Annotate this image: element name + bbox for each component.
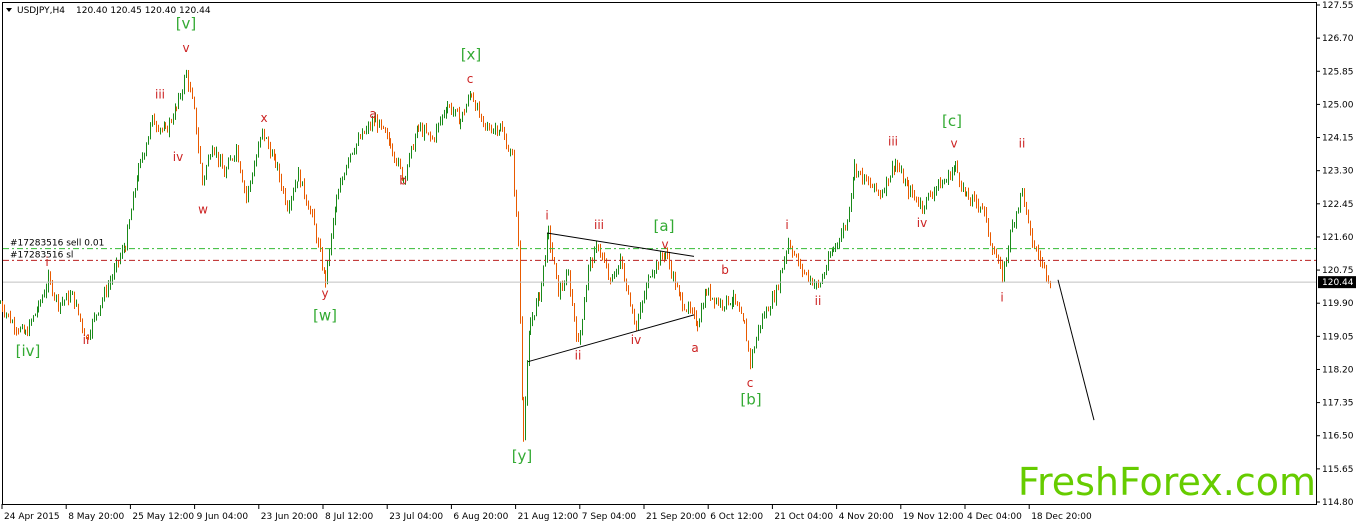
wave-label: i: [785, 218, 788, 232]
x-tick-label: 8 May 20:00: [68, 512, 124, 522]
wave-label: [w]: [313, 307, 337, 325]
y-tick-label: 120.75: [1322, 266, 1354, 276]
y-tick-label: 124.15: [1322, 134, 1354, 144]
wave-label: b: [399, 173, 407, 187]
chart-header: USDJPY,H4 120.40 120.45 120.40 120.44: [6, 6, 211, 16]
chart-background: [0, 0, 1358, 527]
y-tick-label: 121.60: [1322, 233, 1354, 243]
wave-label: [v]: [176, 14, 197, 32]
x-tick-label: 19 Nov 12:00: [903, 512, 964, 522]
wave-label: [iv]: [16, 342, 41, 360]
wave-label: iii: [888, 134, 898, 148]
wave-label: v: [661, 238, 668, 252]
wave-label: a: [691, 341, 698, 355]
wave-label: ii: [83, 333, 90, 347]
wave-label: i: [45, 255, 48, 269]
x-tick-label: 24 Apr 2015: [4, 512, 60, 522]
wave-label: b: [721, 263, 729, 277]
price-chart[interactable]: #17283516 sell 0.01#17283516 sl [iv]iii[…: [0, 0, 1358, 527]
wave-label: v: [182, 41, 189, 55]
wave-label: iv: [173, 150, 183, 164]
wave-label: [y]: [512, 447, 533, 465]
x-tick-label: 23 Jun 20:00: [261, 512, 318, 522]
x-tick-label: 6 Aug 20:00: [453, 512, 508, 522]
symbol-label: USDJPY,H4: [17, 6, 65, 16]
x-tick-label: 4 Dec 04:00: [967, 512, 1022, 522]
y-tick-label: 122.45: [1322, 200, 1354, 210]
x-tick-label: 25 May 12:00: [132, 512, 194, 522]
wave-label: i: [545, 208, 548, 222]
y-tick-label: 115.65: [1322, 465, 1354, 475]
wave-label: c: [467, 72, 474, 86]
wave-label: ii: [575, 349, 582, 363]
wave-label: x: [260, 111, 267, 125]
y-tick-label: 125.00: [1322, 100, 1354, 110]
wave-label: iii: [155, 88, 165, 102]
wave-label: ii: [1019, 136, 1026, 150]
x-tick-label: 8 Jul 12:00: [325, 512, 374, 522]
y-tick-label: 114.80: [1322, 498, 1354, 508]
current-price-label: 120.44: [1322, 278, 1354, 288]
ohlc-values: 120.40 120.45 120.40 120.44: [76, 6, 211, 16]
x-tick-label: 23 Jul 04:00: [389, 512, 443, 522]
wave-label: w: [198, 203, 208, 217]
y-tick-label: 119.05: [1322, 332, 1354, 342]
y-tick-label: 125.85: [1322, 67, 1354, 77]
wave-label: ii: [815, 294, 822, 308]
wave-label: iii: [594, 218, 604, 232]
wave-label: [b]: [740, 391, 761, 409]
x-tick-label: 9 Jun 04:00: [197, 512, 249, 522]
x-tick-label: 6 Oct 12:00: [710, 512, 763, 522]
order-label: #17283516 sell 0.01: [10, 239, 104, 249]
y-tick-label: 117.35: [1322, 399, 1354, 409]
x-tick-label: 18 Dec 20:00: [1031, 512, 1092, 522]
y-tick-label: 116.50: [1322, 432, 1354, 442]
wave-label: a: [369, 107, 376, 121]
y-tick-label: 118.20: [1322, 365, 1354, 375]
x-tick-label: 4 Nov 20:00: [839, 512, 894, 522]
wave-label: [c]: [942, 112, 962, 130]
x-tick-label: 21 Oct 04:00: [774, 512, 833, 522]
wave-label: y: [321, 286, 328, 300]
y-tick-label: 123.30: [1322, 167, 1354, 177]
wave-label: iv: [631, 333, 641, 347]
brand-watermark: FreshForex.com: [1018, 460, 1316, 504]
order-label: #17283516 sl: [10, 250, 73, 260]
wave-label: i: [1000, 290, 1003, 304]
wave-label: [x]: [461, 46, 482, 64]
y-tick-label: 127.55: [1322, 1, 1354, 11]
x-tick-label: 21 Aug 12:00: [518, 512, 579, 522]
y-tick-label: 126.70: [1322, 34, 1354, 44]
wave-label: c: [747, 376, 754, 390]
wave-label: [a]: [654, 217, 675, 235]
wave-label: v: [950, 136, 957, 150]
wave-label: iv: [917, 216, 927, 230]
y-tick-label: 119.90: [1322, 299, 1354, 309]
x-tick-label: 21 Sep 20:00: [646, 512, 706, 522]
x-tick-label: 7 Sep 04:00: [582, 512, 637, 522]
